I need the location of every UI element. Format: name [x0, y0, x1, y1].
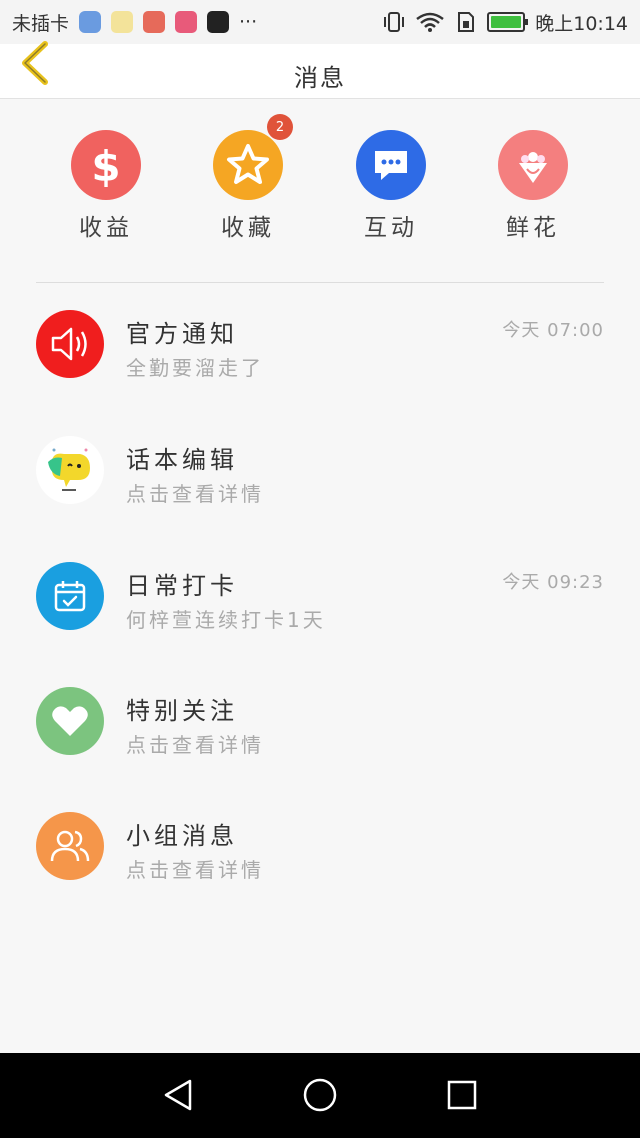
category-row: $ 收益 2 收藏 互动 鲜花: [0, 114, 640, 250]
message-time: 今天 09:23: [502, 572, 604, 593]
divider: [36, 282, 604, 283]
category-favorites[interactable]: 2 收藏: [188, 114, 308, 242]
category-label: 互动: [364, 215, 418, 241]
message-item-checkin[interactable]: 日常打卡 何梓萱连续打卡1天 今天 09:23: [0, 562, 640, 672]
system-nav-bar: [0, 1053, 640, 1138]
category-label: 收益: [79, 215, 133, 241]
category-label: 鲜花: [506, 215, 560, 241]
svg-text:$: $: [91, 142, 120, 189]
message-time: 今天 07:00: [502, 320, 604, 341]
category-interaction[interactable]: 互动: [331, 130, 451, 242]
more-notifications-icon: ···: [239, 11, 258, 33]
flower-icon: [498, 130, 568, 200]
message-title: 话本编辑: [126, 446, 238, 474]
system-home-button[interactable]: [300, 1075, 340, 1115]
star-icon: 2: [213, 114, 293, 200]
message-item-editor[interactable]: 话本编辑 点击查看详情: [0, 436, 640, 546]
vibrate-icon: [384, 12, 405, 32]
sim-icon: [458, 12, 475, 32]
message-title: 日常打卡: [126, 572, 238, 600]
message-item-group[interactable]: 小组消息 点击查看详情: [0, 812, 640, 922]
carrier-label: 未插卡: [12, 12, 70, 35]
speaker-icon: [36, 310, 104, 378]
favorites-badge: 2: [267, 114, 293, 140]
category-income[interactable]: $ 收益: [46, 130, 166, 242]
heart-icon: [36, 687, 104, 755]
message-subtitle: 点击查看详情: [126, 858, 264, 882]
bee-icon: [111, 11, 134, 33]
calendar-check-icon: [36, 562, 104, 630]
message-subtitle: 点击查看详情: [126, 482, 264, 506]
dollar-icon: $: [71, 130, 141, 200]
chat-bubble-icon: [356, 130, 426, 200]
group-icon: [36, 812, 104, 880]
square-recents-icon: [447, 1080, 477, 1110]
category-label: 收藏: [221, 215, 275, 241]
message-item-official[interactable]: 官方通知 全勤要溜走了 今天 07:00: [0, 310, 640, 420]
status-bar: 未插卡 ··· 晚上10:14: [0, 0, 640, 44]
message-subtitle: 点击查看详情: [126, 733, 264, 757]
message-subtitle: 全勤要溜走了: [126, 356, 264, 380]
message-item-special-follow[interactable]: 特别关注 点击查看详情: [0, 687, 640, 797]
system-recents-button[interactable]: [442, 1075, 482, 1115]
music-icon: [143, 11, 166, 33]
gallery-icon: [175, 11, 198, 33]
battery-icon: [487, 12, 529, 32]
status-time: 晚上10:14: [535, 12, 628, 35]
location-icon: [79, 11, 102, 33]
message-title: 小组消息: [126, 822, 238, 850]
nav-header: 消息: [0, 41, 640, 99]
circle-home-icon: [303, 1078, 337, 1112]
triangle-back-icon: [164, 1079, 192, 1111]
message-subtitle: 何梓萱连续打卡1天: [126, 608, 326, 632]
message-title: 官方通知: [126, 320, 238, 348]
tiktok-icon: [207, 11, 230, 33]
category-flowers[interactable]: 鲜花: [473, 130, 593, 242]
message-title: 特别关注: [126, 697, 238, 725]
wifi-icon: [416, 12, 444, 32]
editor-avatar-icon: [36, 436, 104, 504]
page-title: 消息: [294, 64, 346, 92]
system-back-button[interactable]: [158, 1075, 198, 1115]
